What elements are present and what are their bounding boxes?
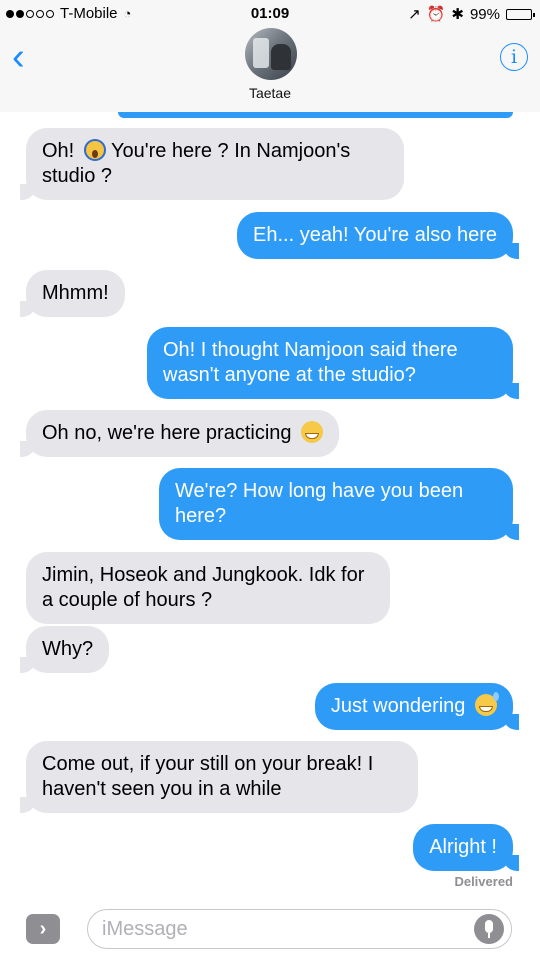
grinning-face-icon — [301, 421, 324, 443]
delivered-status: Delivered — [454, 874, 513, 889]
incoming-message[interactable]: Oh no, we're here practicing — [19, 410, 340, 457]
avatar-photo-detail — [271, 44, 291, 70]
message-text: Oh! I thought Namjoon said there wasn't … — [163, 339, 458, 386]
grinning-sweat-icon — [475, 692, 499, 716]
battery-icon — [506, 8, 535, 20]
info-icon[interactable]: i — [500, 43, 528, 71]
battery-percent: 99% — [469, 5, 500, 23]
message-text: Come out, if your still on your break! I… — [42, 753, 374, 800]
bluetooth-icon: ✱ — [451, 6, 464, 23]
message-text: Just wondering — [330, 695, 466, 717]
conversation-header: ‹ Taetae i — [0, 28, 540, 112]
message-text: Mhmm! — [42, 282, 109, 304]
outgoing-message[interactable]: Eh... yeah! You're also here — [237, 212, 519, 259]
status-right: ↗ ⏰ ✱ 99% — [408, 5, 535, 23]
incoming-message[interactable]: Mhmm! — [20, 270, 125, 317]
outgoing-message[interactable]: We're? How long have you been here? — [159, 468, 519, 540]
outgoing-message[interactable]: Oh! I thought Namjoon said there wasn't … — [147, 327, 519, 399]
outgoing-message[interactable]: Just wondering — [314, 683, 520, 730]
partial-outgoing-bubble — [118, 112, 513, 118]
chevron-left-icon[interactable]: ‹ — [12, 38, 25, 76]
avatar-photo-detail — [253, 38, 269, 68]
incoming-message[interactable]: Come out, if your still on your break! I… — [20, 741, 418, 813]
message-text: Eh... yeah! You're also here — [253, 224, 497, 246]
location-icon: ↗ — [408, 6, 421, 23]
message-text: Oh no, we're here practicing — [42, 422, 292, 444]
message-text: Jimin, Hoseok and Jungkook. Idk for a co… — [42, 564, 365, 611]
incoming-message[interactable]: Oh! You're here ? In Namjoon's studio ? — [20, 128, 404, 200]
expand-apps-button[interactable]: › — [26, 914, 60, 944]
message-text: Alright ! — [429, 836, 497, 858]
microphone-icon[interactable] — [474, 914, 504, 944]
message-input-bar: › — [0, 900, 540, 960]
incoming-message[interactable]: Jimin, Hoseok and Jungkook. Idk for a co… — [26, 552, 390, 624]
outgoing-message[interactable]: Alright ! — [413, 824, 519, 871]
alarm-icon: ⏰ — [426, 6, 446, 23]
status-bar: T-Mobile ◔ 01:09 ↗ ⏰ ✱ 99% — [0, 0, 540, 28]
avatar[interactable] — [245, 28, 297, 80]
imessage-input[interactable] — [87, 909, 512, 949]
message-text: Why? — [42, 638, 94, 660]
incoming-message[interactable]: Why? — [19, 626, 110, 673]
contact-name[interactable]: Taetae — [0, 85, 540, 101]
message-text: Oh! — [42, 140, 75, 162]
message-text: We're? How long have you been here? — [175, 480, 464, 527]
face-screaming-icon — [83, 139, 106, 161]
